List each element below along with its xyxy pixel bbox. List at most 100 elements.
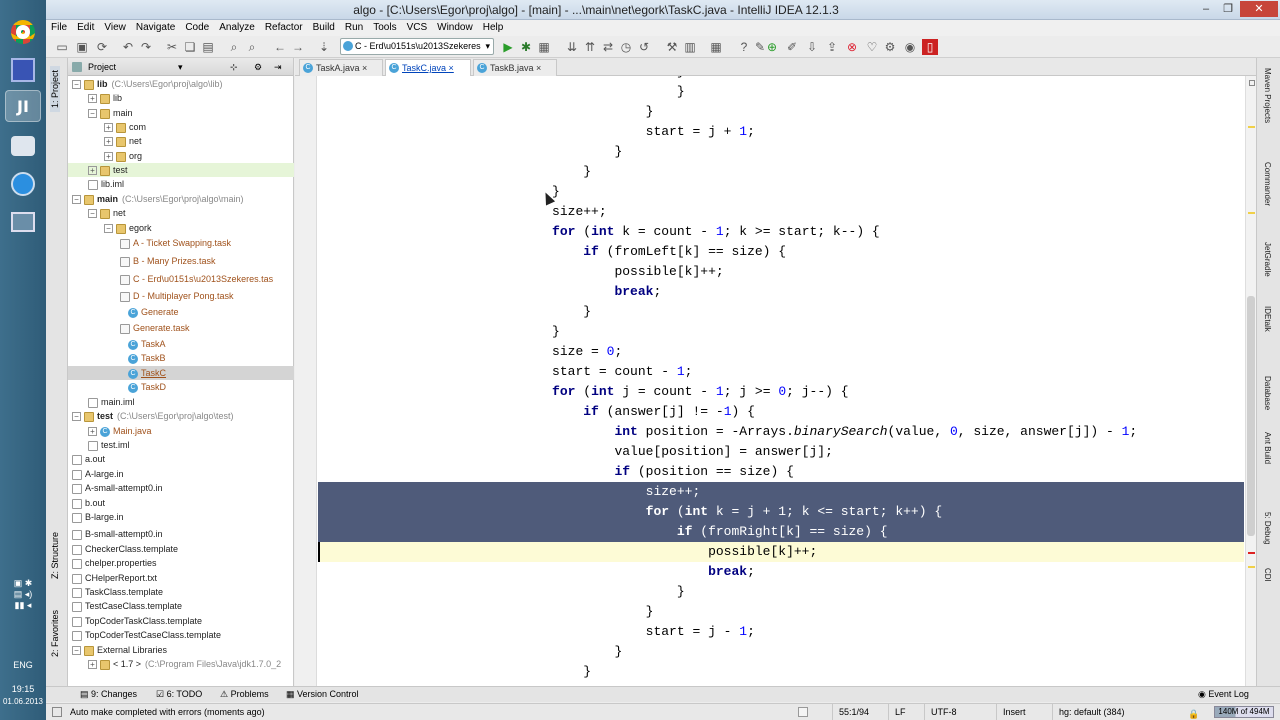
tree-item[interactable]: Generate.task bbox=[68, 321, 294, 335]
gear-icon[interactable]: ⚙ bbox=[882, 39, 898, 55]
background-tasks-icon[interactable] bbox=[798, 707, 808, 717]
tab-taskc[interactable]: C TaskC.java × bbox=[385, 59, 471, 76]
tree-item[interactable]: + org bbox=[68, 149, 294, 163]
chevron-down-icon[interactable]: ▾ bbox=[178, 58, 183, 76]
close-button[interactable]: ✕ bbox=[1240, 1, 1278, 17]
menu-help[interactable]: Help bbox=[478, 20, 509, 36]
delete-icon[interactable]: ⊗ bbox=[844, 39, 860, 55]
tree-item[interactable]: C TaskA bbox=[68, 337, 294, 351]
redo-icon[interactable]: ↷ bbox=[138, 39, 154, 55]
tab-favorites[interactable]: 2: Favorites bbox=[50, 610, 60, 657]
menu-analyze[interactable]: Analyze bbox=[214, 20, 260, 36]
tab-ant-build[interactable]: Ant Build bbox=[1263, 432, 1272, 464]
tab-todo[interactable]: ☑ 6: TODO bbox=[156, 687, 202, 702]
make-icon[interactable]: ⇣ bbox=[316, 39, 332, 55]
collapse-icon[interactable]: − bbox=[88, 109, 97, 119]
tab-maven[interactable]: Maven Projects bbox=[1263, 68, 1272, 123]
tab-problems[interactable]: ⚠ Problems bbox=[220, 687, 269, 702]
collapse-icon[interactable]: − bbox=[72, 412, 81, 422]
cut-icon[interactable]: ✂ bbox=[164, 39, 180, 55]
tree-item[interactable]: TopCoderTestCaseClass.template bbox=[68, 628, 294, 642]
tab-jetgradle[interactable]: JetGradle bbox=[1263, 242, 1272, 277]
vcs-commit-icon[interactable]: ⇈ bbox=[582, 39, 598, 55]
menu-run[interactable]: Run bbox=[340, 20, 368, 36]
chrome-icon[interactable] bbox=[5, 16, 41, 48]
save-disk-icon[interactable] bbox=[5, 54, 41, 86]
tree-item[interactable]: b.out bbox=[68, 496, 294, 510]
expand-icon[interactable]: + bbox=[104, 152, 113, 162]
tree-item[interactable]: − main (C:\Users\Egor\proj\algo\main) bbox=[68, 192, 294, 206]
tree-item[interactable]: − main bbox=[68, 106, 294, 120]
forward-icon[interactable]: → bbox=[290, 39, 306, 55]
menu-edit[interactable]: Edit bbox=[72, 20, 99, 36]
vcs-compare-icon[interactable]: ⇄ bbox=[600, 39, 616, 55]
sdk-icon[interactable]: ▦ bbox=[708, 39, 724, 55]
collapse-icon[interactable]: − bbox=[104, 224, 113, 234]
tree-item[interactable]: test.iml bbox=[68, 438, 294, 452]
caret-position[interactable]: 55:1/94 bbox=[832, 704, 892, 720]
menu-build[interactable]: Build bbox=[308, 20, 340, 36]
open-icon[interactable]: ▭ bbox=[54, 39, 70, 55]
tree-item[interactable]: + < 1.7 > (C:\Program Files\Java\jdk1.7.0_… bbox=[68, 657, 294, 671]
tab-debug[interactable]: 5: Debug bbox=[1263, 512, 1272, 544]
status-message[interactable]: Auto make completed with errors (moments… bbox=[70, 704, 265, 720]
vcs-history-icon[interactable]: ◷ bbox=[618, 39, 634, 55]
vcs-revert-icon[interactable]: ↺ bbox=[636, 39, 652, 55]
chat-icon[interactable] bbox=[5, 130, 41, 162]
tree-item[interactable]: + net bbox=[68, 134, 294, 148]
expand-icon[interactable]: + bbox=[88, 660, 97, 670]
editor-scrollbar[interactable] bbox=[1245, 76, 1256, 686]
find-icon[interactable]: ⌕ bbox=[226, 39, 242, 55]
tree-item[interactable]: − lib (C:\Users\Egor\proj\algo\lib) bbox=[68, 77, 294, 91]
tree-item[interactable]: − egork bbox=[68, 221, 294, 235]
tree-item[interactable]: − External Libraries bbox=[68, 643, 294, 657]
line-separator[interactable]: LF bbox=[888, 704, 928, 720]
tree-item[interactable]: + com bbox=[68, 120, 294, 134]
expand-icon[interactable]: + bbox=[88, 166, 97, 176]
vcs-branch[interactable]: hg: default (384) bbox=[1052, 704, 1162, 720]
tree-item[interactable]: + C Main.java bbox=[68, 424, 294, 438]
tree-item[interactable]: B - Many Prizes.task bbox=[68, 254, 294, 268]
intellij-icon[interactable]: JI bbox=[5, 90, 41, 122]
clock-date[interactable]: 01.06.2013 bbox=[0, 697, 46, 706]
close-icon[interactable]: × bbox=[362, 63, 367, 73]
save-icon[interactable]: ▣ bbox=[74, 39, 90, 55]
itunes-icon[interactable] bbox=[5, 168, 41, 200]
tab-cdi[interactable]: CDI bbox=[1263, 568, 1272, 582]
expand-icon[interactable]: + bbox=[104, 137, 113, 147]
tree-item[interactable]: C TaskC bbox=[68, 366, 294, 380]
tab-changes[interactable]: ▤ 9: Changes bbox=[80, 687, 137, 702]
tree-item[interactable]: CHelperReport.txt bbox=[68, 571, 294, 585]
run-config-select[interactable]: C - Erd\u0151s\u2013Szekeres ▾ bbox=[340, 38, 494, 55]
expand-icon[interactable]: + bbox=[88, 94, 97, 104]
memory-indicator[interactable]: 140M of 494M bbox=[1214, 706, 1274, 718]
warning-marker[interactable] bbox=[1248, 126, 1255, 128]
tree-item[interactable]: − net bbox=[68, 206, 294, 220]
tree-item[interactable]: main.iml bbox=[68, 395, 294, 409]
collapse-icon[interactable]: − bbox=[72, 646, 81, 656]
help-icon[interactable]: ? bbox=[736, 39, 752, 55]
error-marker[interactable] bbox=[1248, 552, 1255, 554]
tab-structure[interactable]: Z: Structure bbox=[50, 532, 60, 579]
close-icon[interactable]: × bbox=[449, 63, 454, 73]
tab-idetalk[interactable]: IDEtalk bbox=[1263, 306, 1272, 332]
edit-task-icon[interactable]: ✐ bbox=[784, 39, 800, 55]
tree-item[interactable]: TaskClass.template bbox=[68, 585, 294, 599]
tree-item[interactable]: A-small-attempt0.in bbox=[68, 481, 294, 495]
lock-icon[interactable]: 🔒 bbox=[1188, 706, 1200, 719]
tree-item[interactable]: TestCaseClass.template bbox=[68, 599, 294, 613]
gear-icon[interactable]: ⚙ bbox=[254, 58, 262, 76]
archive-icon[interactable]: ⇩ bbox=[804, 39, 820, 55]
back-icon[interactable]: ← bbox=[272, 39, 288, 55]
editor-gutter[interactable] bbox=[295, 76, 317, 686]
tree-item[interactable]: A-large.in bbox=[68, 467, 294, 481]
tree-item[interactable]: A - Ticket Swapping.task bbox=[68, 236, 294, 250]
tab-project[interactable]: 1: Project bbox=[50, 66, 60, 113]
menu-vcs[interactable]: VCS bbox=[402, 20, 433, 36]
project-structure-icon[interactable]: ▥ bbox=[682, 39, 698, 55]
heart-icon[interactable]: ♡ bbox=[864, 39, 880, 55]
copy-icon[interactable]: ❏ bbox=[182, 39, 198, 55]
file-encoding[interactable]: UTF-8 bbox=[924, 704, 998, 720]
scroll-from-source-icon[interactable]: ⊹ bbox=[230, 58, 238, 76]
collapse-icon[interactable]: − bbox=[72, 80, 81, 90]
